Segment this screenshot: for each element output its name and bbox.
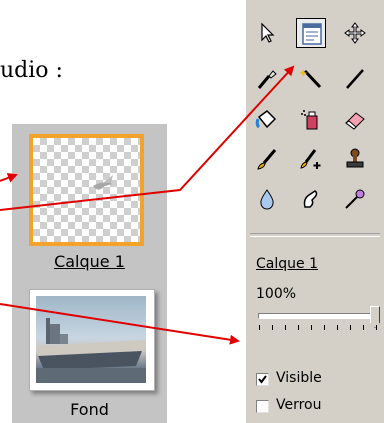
current-layer-name: Calque 1: [256, 256, 318, 272]
divider: [250, 233, 380, 237]
layer-thumbnail-fond[interactable]: [29, 289, 155, 391]
eraser-icon: [345, 112, 365, 130]
drop-icon: [260, 189, 274, 210]
burn-tool[interactable]: [340, 184, 370, 214]
layer-properties-icon: [302, 23, 322, 45]
burn-icon: [345, 189, 365, 209]
brush-icon: [257, 149, 277, 170]
eraser-tool[interactable]: [340, 104, 370, 134]
pointer-icon: [261, 22, 275, 43]
stamp-icon: [346, 148, 364, 168]
opacity-slider-ticks: [259, 325, 377, 330]
checkmark-icon: [258, 375, 267, 384]
intro-text: udio :: [0, 58, 63, 83]
layers-panel: Calque 1 Fond: [12, 124, 167, 423]
move-icon: [344, 22, 366, 44]
lock-label[interactable]: Verrou: [276, 397, 322, 413]
aircraft-carrier-photo: [36, 296, 146, 383]
eyedropper-tool[interactable]: [252, 64, 282, 94]
magic-wand-tool[interactable]: [296, 64, 326, 94]
paint-bucket-tool[interactable]: [252, 104, 282, 134]
opacity-value: 100%: [256, 286, 297, 302]
brush-tool[interactable]: [252, 144, 282, 174]
paint-bucket-icon: [255, 110, 277, 129]
opacity-slider[interactable]: [258, 313, 376, 319]
drop-tool[interactable]: [252, 184, 282, 214]
visible-checkbox[interactable]: [256, 373, 269, 386]
move-tool[interactable]: [340, 18, 370, 48]
layer-thumbnail-calque-1[interactable]: [29, 134, 144, 246]
brush-plus-tool[interactable]: [296, 144, 326, 174]
smudge-icon: [303, 190, 318, 208]
layer-properties-tool[interactable]: [296, 18, 326, 48]
visible-label[interactable]: Visible: [276, 370, 322, 386]
line-icon: [346, 69, 364, 89]
magic-wand-icon: [299, 69, 322, 89]
tools-panel: Calque 1 100% Visible Verrou: [246, 0, 384, 423]
pointer-tool[interactable]: [252, 18, 282, 48]
spray-tool[interactable]: [296, 104, 326, 134]
spray-icon: [301, 110, 318, 130]
brush-plus-icon: [300, 149, 321, 169]
lock-checkbox[interactable]: [256, 400, 269, 413]
smudge-tool[interactable]: [296, 184, 326, 214]
line-tool[interactable]: [340, 64, 370, 94]
stamp-tool[interactable]: [340, 144, 370, 174]
layer-label-calque-1[interactable]: Calque 1: [12, 252, 167, 271]
layer-label-fond[interactable]: Fond: [12, 400, 167, 419]
eyedropper-icon: [257, 70, 277, 89]
bird-icon: [93, 175, 113, 190]
